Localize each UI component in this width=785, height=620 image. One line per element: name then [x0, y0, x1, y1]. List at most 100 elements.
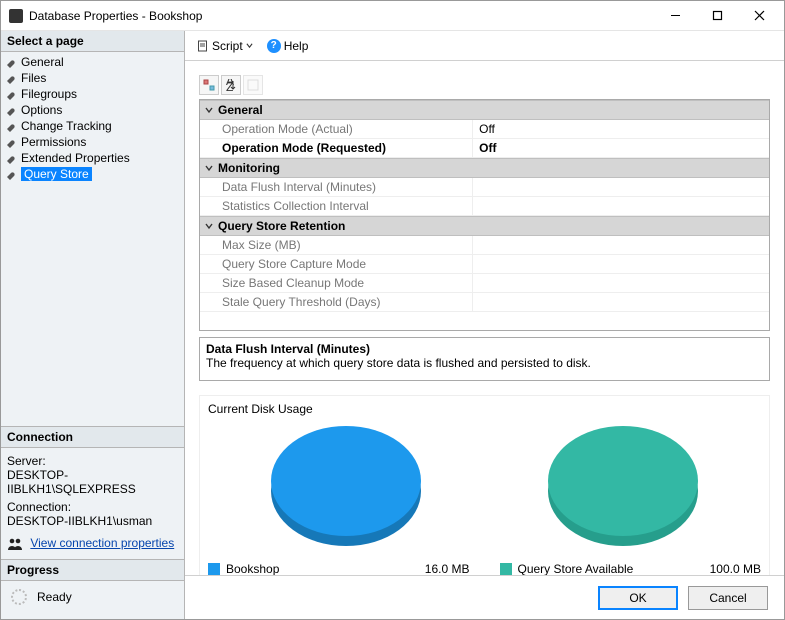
page-nav-list: General Files Filegroups OptionsChange Trac… — [1, 52, 184, 184]
sidebar-item-label: Query Store — [21, 167, 92, 181]
propgrid-value[interactable]: Off — [473, 139, 769, 157]
legend-row: Bookshop16.0 MB — [208, 562, 470, 575]
script-icon — [197, 40, 209, 52]
chevron-down-icon — [246, 42, 253, 49]
sidebar-item-label: Files — [21, 71, 46, 85]
propgrid-row[interactable]: Size Based Cleanup Mode — [200, 274, 769, 293]
legend-label: Bookshop — [226, 562, 400, 575]
sidebar-item-change-tracking[interactable]: Change Tracking — [5, 118, 180, 134]
propgrid-row[interactable]: Stale Query Threshold (Days) — [200, 293, 769, 312]
sidebar-item-filegroups[interactable]: Filegroups — [5, 86, 180, 102]
maximize-button[interactable] — [696, 2, 738, 30]
disk-legend: Bookshop16.0 MBQuery Store Used0.0 MB Qu… — [208, 560, 761, 575]
propgrid-row[interactable]: Operation Mode (Actual)Off — [200, 120, 769, 139]
database-pie-chart — [271, 426, 421, 546]
sidebar: Select a page General Files Filegroups Opti… — [1, 31, 185, 619]
progress-panel: Progress Ready — [1, 559, 184, 619]
propgrid-key: Statistics Collection Interval — [200, 197, 473, 215]
sidebar-item-general[interactable]: General — [5, 54, 180, 70]
property-grid: GeneralOperation Mode (Actual)OffOperati… — [199, 99, 770, 331]
legend-value: 100.0 MB — [691, 562, 761, 575]
propgrid-key: Stale Query Threshold (Days) — [200, 293, 473, 311]
wrench-icon — [7, 73, 17, 83]
sidebar-item-options[interactable]: Options — [5, 102, 180, 118]
propgrid-toolbar: AZ — [199, 75, 770, 95]
propgrid-row[interactable]: Max Size (MB) — [200, 236, 769, 255]
propgrid-value[interactable] — [473, 274, 769, 292]
propgrid-row[interactable]: Data Flush Interval (Minutes) — [200, 178, 769, 197]
close-button[interactable] — [738, 2, 780, 30]
main-panel: Script ? Help AZ GeneralOperation Mo — [185, 31, 784, 619]
select-page-header: Select a page — [1, 31, 184, 52]
disk-usage-charts — [208, 426, 761, 546]
description-title: Data Flush Interval (Minutes) — [206, 342, 763, 356]
legend-label: Query Store Available — [518, 562, 692, 575]
progress-header: Progress — [1, 559, 184, 581]
wrench-icon — [7, 89, 17, 99]
legend-value: 16.0 MB — [400, 562, 470, 575]
sidebar-item-label: Filegroups — [21, 87, 77, 101]
script-button[interactable]: Script — [193, 37, 257, 55]
propgrid-row[interactable]: Query Store Capture Mode — [200, 255, 769, 274]
propgrid-row[interactable]: Operation Mode (Requested)Off — [200, 139, 769, 158]
categorized-button[interactable] — [199, 75, 219, 95]
propgrid-category[interactable]: Query Store Retention — [200, 216, 769, 236]
propgrid-value[interactable] — [473, 236, 769, 254]
legend-left: Bookshop16.0 MBQuery Store Used0.0 MB — [208, 560, 470, 575]
wrench-icon — [7, 137, 17, 147]
sidebar-item-query-store[interactable]: Query Store — [5, 166, 180, 182]
cancel-button[interactable]: Cancel — [688, 586, 768, 610]
help-button[interactable]: ? Help — [263, 37, 313, 55]
connection-label: Connection: — [7, 500, 178, 514]
sidebar-item-label: Options — [21, 103, 62, 117]
propgrid-button-disabled — [243, 75, 263, 95]
content-area: AZ GeneralOperation Mode (Actual)OffOper… — [185, 61, 784, 575]
group-icon — [7, 537, 23, 551]
sidebar-item-files[interactable]: Files — [5, 70, 180, 86]
legend-right: Query Store Available100.0 MBQuery Store… — [500, 560, 762, 575]
expand-icon — [203, 220, 214, 231]
propgrid-category[interactable]: Monitoring — [200, 158, 769, 178]
description-box: Data Flush Interval (Minutes) The freque… — [199, 337, 770, 381]
propgrid-key: Operation Mode (Requested) — [200, 139, 473, 157]
propgrid-value[interactable] — [473, 255, 769, 273]
disk-usage-title: Current Disk Usage — [208, 402, 761, 416]
minimize-button[interactable] — [654, 2, 696, 30]
progress-status: Ready — [37, 590, 72, 604]
dialog-footer: OK Cancel — [185, 575, 784, 619]
wrench-icon — [7, 169, 17, 179]
propgrid-key: Query Store Capture Mode — [200, 255, 473, 273]
legend-swatch — [500, 563, 512, 575]
propgrid-value[interactable] — [473, 293, 769, 311]
propgrid-value[interactable]: Off — [473, 120, 769, 138]
sidebar-item-permissions[interactable]: Permissions — [5, 134, 180, 150]
help-icon: ? — [267, 39, 281, 53]
sidebar-item-extended-properties[interactable]: Extended Properties — [5, 150, 180, 166]
help-label: Help — [284, 39, 309, 53]
wrench-icon — [7, 153, 17, 163]
script-label: Script — [212, 39, 243, 53]
propgrid-row[interactable]: Statistics Collection Interval — [200, 197, 769, 216]
connection-header: Connection — [1, 427, 184, 448]
wrench-icon — [7, 105, 17, 115]
sidebar-item-label: Extended Properties — [21, 151, 130, 165]
propgrid-key: Size Based Cleanup Mode — [200, 274, 473, 292]
alphabetical-button[interactable]: AZ — [221, 75, 241, 95]
svg-text:Z: Z — [226, 80, 233, 91]
connection-value: DESKTOP-IIBLKH1\usman — [7, 514, 178, 528]
expand-icon — [203, 104, 214, 115]
server-value: DESKTOP-IIBLKH1\SQLEXPRESS — [7, 468, 178, 496]
toolbar: Script ? Help — [185, 31, 784, 61]
view-connection-properties-link[interactable]: View connection properties — [30, 536, 174, 550]
propgrid-value[interactable] — [473, 197, 769, 215]
sidebar-item-label: Permissions — [21, 135, 86, 149]
app-icon — [9, 9, 23, 23]
window-title: Database Properties - Bookshop — [29, 9, 654, 23]
server-label: Server: — [7, 454, 178, 468]
propgrid-category[interactable]: General — [200, 100, 769, 120]
wrench-icon — [7, 57, 17, 67]
propgrid-value[interactable] — [473, 178, 769, 196]
sidebar-item-label: General — [21, 55, 64, 69]
querystore-pie-chart — [548, 426, 698, 546]
ok-button[interactable]: OK — [598, 586, 678, 610]
